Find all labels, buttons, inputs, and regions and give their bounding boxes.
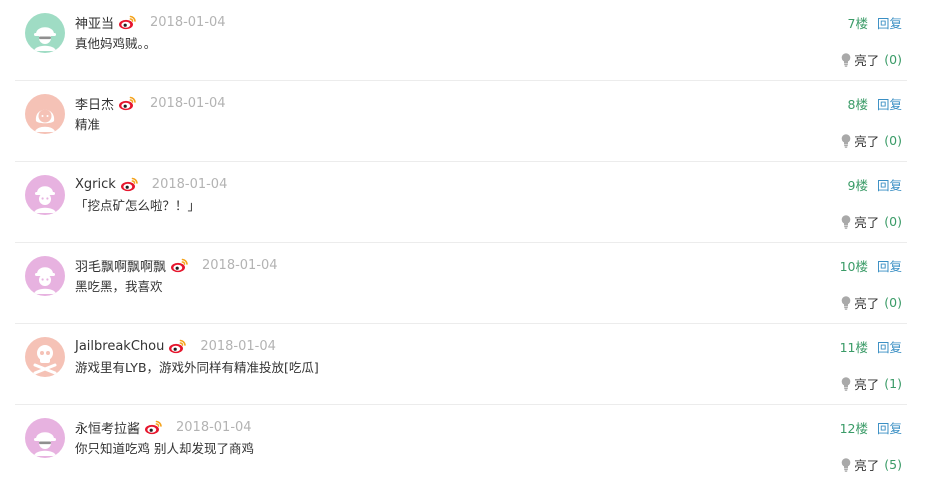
helmet-face-icon bbox=[34, 432, 56, 456]
comment-list: 神亚当 2018-01-04 真他妈鸡贼。。 7楼 回复 亮了 (0) 李日杰 … bbox=[15, 0, 907, 485]
like-count: (0) bbox=[884, 52, 902, 67]
comment-date: 2018-01-04 bbox=[202, 257, 278, 273]
username[interactable]: 永恒考拉酱 bbox=[75, 418, 140, 437]
helmet-face-icon bbox=[34, 27, 56, 51]
comment-meta: 8楼 回复 bbox=[848, 94, 902, 113]
comment-meta: 12楼 回复 bbox=[840, 418, 902, 437]
reply-link[interactable]: 回复 bbox=[877, 178, 902, 193]
comment-meta: 10楼 回复 bbox=[840, 256, 902, 275]
username[interactable]: Xgrick bbox=[75, 177, 116, 192]
comment-item: 羽毛飘啊飘啊飘 2018-01-04 黑吃黑，我喜欢 10楼 回复 亮了 (0) bbox=[15, 243, 907, 324]
weibo-icon[interactable] bbox=[118, 95, 137, 111]
comment-item: 永恒考拉酱 2018-01-04 你只知道吃鸡 别人却发现了商鸡 12楼 回复 bbox=[15, 405, 907, 485]
comment-meta: 11楼 回复 bbox=[840, 337, 902, 356]
comment-header: Xgrick 2018-01-04 bbox=[75, 175, 227, 193]
comment-text: 真他妈鸡贼。。 bbox=[75, 36, 157, 51]
avatar[interactable] bbox=[25, 94, 65, 134]
hardhat-face-icon bbox=[34, 267, 56, 294]
comment-text: 黑吃黑，我喜欢 bbox=[75, 279, 163, 294]
comment-header: JailbreakChou 2018-01-04 bbox=[75, 337, 276, 355]
like-count: (5) bbox=[884, 457, 902, 472]
avatar[interactable] bbox=[25, 13, 65, 53]
reply-link[interactable]: 回复 bbox=[877, 97, 902, 112]
comment-header: 羽毛飘啊飘啊飘 2018-01-04 bbox=[75, 256, 278, 275]
like-label: 亮了 bbox=[854, 215, 880, 230]
comment-text: 游戏里有LYB，游戏外同样有精准投放[吃瓜] bbox=[75, 360, 319, 375]
avatar[interactable] bbox=[25, 256, 65, 296]
comment-meta: 7楼 回复 bbox=[848, 13, 902, 32]
comment-item: 神亚当 2018-01-04 真他妈鸡贼。。 7楼 回复 亮了 (0) bbox=[15, 0, 907, 81]
like-button[interactable]: 亮了 (1) bbox=[841, 374, 902, 393]
like-count: (0) bbox=[884, 133, 902, 148]
like-button[interactable]: 亮了 (0) bbox=[841, 212, 902, 231]
like-label: 亮了 bbox=[854, 134, 880, 149]
floor-number: 10楼 bbox=[839, 259, 868, 274]
comment-date: 2018-01-04 bbox=[200, 338, 276, 354]
comment-header: 神亚当 2018-01-04 bbox=[75, 13, 226, 32]
reply-link[interactable]: 回复 bbox=[877, 16, 902, 31]
girl-face-icon bbox=[35, 109, 55, 132]
like-button[interactable]: 亮了 (0) bbox=[841, 131, 902, 150]
lightbulb-icon bbox=[841, 214, 851, 229]
comment-meta: 9楼 回复 bbox=[848, 175, 902, 194]
like-label: 亮了 bbox=[854, 296, 880, 311]
comment-date: 2018-01-04 bbox=[176, 419, 252, 435]
like-count: (0) bbox=[884, 214, 902, 229]
lightbulb-icon bbox=[841, 376, 851, 391]
comment-item: JailbreakChou 2018-01-04 游戏里有LYB，游戏外同样有精… bbox=[15, 324, 907, 405]
weibo-icon[interactable] bbox=[170, 257, 189, 273]
lightbulb-icon bbox=[841, 295, 851, 310]
avatar[interactable] bbox=[25, 337, 65, 377]
like-button[interactable]: 亮了 (0) bbox=[841, 293, 902, 312]
like-label: 亮了 bbox=[854, 377, 880, 392]
floor-number: 9楼 bbox=[847, 178, 868, 193]
hardhat-face-icon bbox=[34, 186, 56, 213]
floor-number: 12楼 bbox=[839, 421, 868, 436]
comment-header: 李日杰 2018-01-04 bbox=[75, 94, 226, 113]
comment-text: 「挖点矿怎么啦？！」 bbox=[75, 198, 201, 213]
username[interactable]: 神亚当 bbox=[75, 13, 114, 32]
floor-number: 7楼 bbox=[847, 16, 868, 31]
like-label: 亮了 bbox=[854, 458, 880, 473]
weibo-icon[interactable] bbox=[120, 176, 139, 192]
skull-icon bbox=[33, 345, 57, 375]
username[interactable]: 李日杰 bbox=[75, 94, 114, 113]
avatar[interactable] bbox=[25, 418, 65, 458]
floor-number: 11楼 bbox=[839, 340, 868, 355]
reply-link[interactable]: 回复 bbox=[877, 421, 902, 436]
comment-item: Xgrick 2018-01-04 「挖点矿怎么啦？！」 9楼 回复 亮了 (0… bbox=[15, 162, 907, 243]
comment-date: 2018-01-04 bbox=[151, 176, 228, 192]
username[interactable]: 羽毛飘啊飘啊飘 bbox=[75, 256, 166, 275]
lightbulb-icon bbox=[841, 457, 851, 472]
comment-header: 永恒考拉酱 2018-01-04 bbox=[75, 418, 252, 437]
comment-item: 李日杰 2018-01-04 精准 8楼 回复 亮了 (0) bbox=[15, 81, 907, 162]
reply-link[interactable]: 回复 bbox=[877, 340, 902, 355]
like-button[interactable]: 亮了 (5) bbox=[841, 455, 902, 474]
like-label: 亮了 bbox=[854, 53, 880, 68]
comment-date: 2018-01-04 bbox=[150, 14, 226, 30]
username[interactable]: JailbreakChou bbox=[75, 339, 164, 354]
weibo-icon[interactable] bbox=[144, 419, 163, 435]
reply-link[interactable]: 回复 bbox=[877, 259, 902, 274]
lightbulb-icon bbox=[841, 52, 851, 67]
floor-number: 8楼 bbox=[847, 97, 868, 112]
like-button[interactable]: 亮了 (0) bbox=[841, 50, 902, 69]
lightbulb-icon bbox=[841, 133, 851, 148]
comment-text: 精准 bbox=[75, 117, 101, 132]
weibo-icon[interactable] bbox=[118, 14, 137, 30]
comment-text: 你只知道吃鸡 别人却发现了商鸡 bbox=[75, 441, 254, 456]
like-count: (0) bbox=[884, 295, 902, 310]
comment-date: 2018-01-04 bbox=[150, 95, 226, 111]
avatar[interactable] bbox=[25, 175, 65, 215]
like-count: (1) bbox=[884, 376, 902, 391]
weibo-icon[interactable] bbox=[168, 338, 187, 354]
